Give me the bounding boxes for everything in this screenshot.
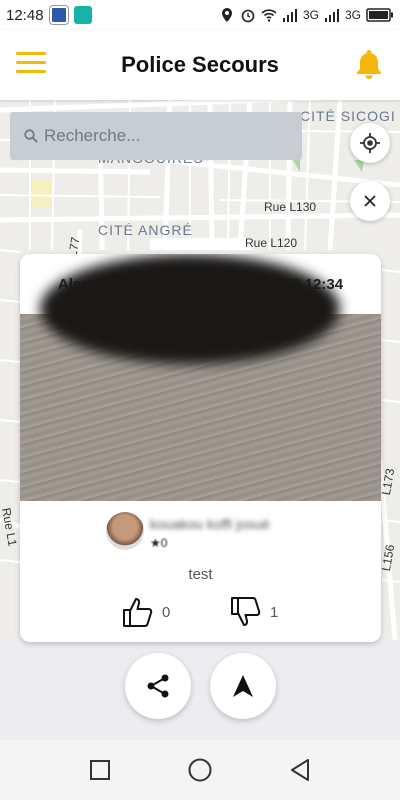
close-icon [364, 195, 376, 207]
author-name: kouakou koffi josué [150, 516, 270, 532]
thumbs-down-icon [231, 597, 261, 626]
wifi-icon [261, 9, 277, 22]
network-type: 3G [302, 8, 319, 22]
battery-icon [366, 8, 393, 22]
signal-icon [324, 9, 339, 22]
square-icon [90, 760, 110, 780]
app-bar: Police Secours [0, 30, 400, 100]
map-label-cite-angre: CITÉ ANGRÉ [98, 222, 193, 238]
locate-button[interactable] [350, 123, 390, 163]
crosshair-icon [360, 133, 380, 153]
circle-icon [188, 758, 212, 782]
status-bar: 12:48 3G 3G [0, 0, 400, 30]
hamburger-icon[interactable] [16, 52, 46, 76]
share-button[interactable] [125, 653, 191, 719]
search-placeholder: Recherche... [44, 126, 141, 145]
status-time: 12:48 [6, 6, 44, 24]
navigation-arrow-icon [233, 675, 253, 697]
share-icon [147, 674, 169, 698]
road-label-l130: Rue L130 [264, 200, 317, 214]
scanner-notification-icon [73, 6, 92, 24]
close-button[interactable] [350, 181, 390, 221]
author-rating: ★0 [150, 536, 168, 550]
alert-description: test [188, 566, 213, 583]
thumbs-up-icon [123, 598, 153, 627]
app-title: Police Secours [121, 52, 279, 77]
back-button[interactable] [285, 755, 315, 785]
bell-icon[interactable] [354, 48, 384, 80]
network-type: 3G [344, 8, 361, 22]
dislike-count: 1 [270, 603, 279, 621]
like-button[interactable]: 0 [122, 596, 170, 628]
map-label-cite-sicogi: CITÉ SICOGI [300, 108, 396, 124]
alert-votes: 0 1 [20, 596, 381, 632]
dislike-button[interactable]: 1 [230, 596, 278, 628]
back-triangle-icon [291, 759, 309, 781]
alert-photo[interactable] [20, 254, 381, 501]
system-nav-bar [0, 740, 400, 800]
search-input[interactable]: Recherche... [10, 112, 302, 160]
navigate-button[interactable] [210, 653, 276, 719]
like-count: 0 [162, 603, 171, 621]
alert-card[interactable]: Alerte Trafic du 12 décembre 2018 12:34 … [20, 254, 381, 642]
location-icon [221, 8, 232, 22]
search-icon [24, 129, 38, 143]
app-notification-icon [48, 5, 69, 25]
alarm-icon [241, 9, 255, 23]
recents-button[interactable] [85, 755, 115, 785]
avatar [106, 512, 144, 550]
alert-author: kouakou koffi josué ★0 [106, 512, 270, 550]
home-button[interactable] [185, 755, 215, 785]
signal-icon [282, 9, 297, 22]
road-label-l120: Rue L120 [245, 236, 298, 250]
